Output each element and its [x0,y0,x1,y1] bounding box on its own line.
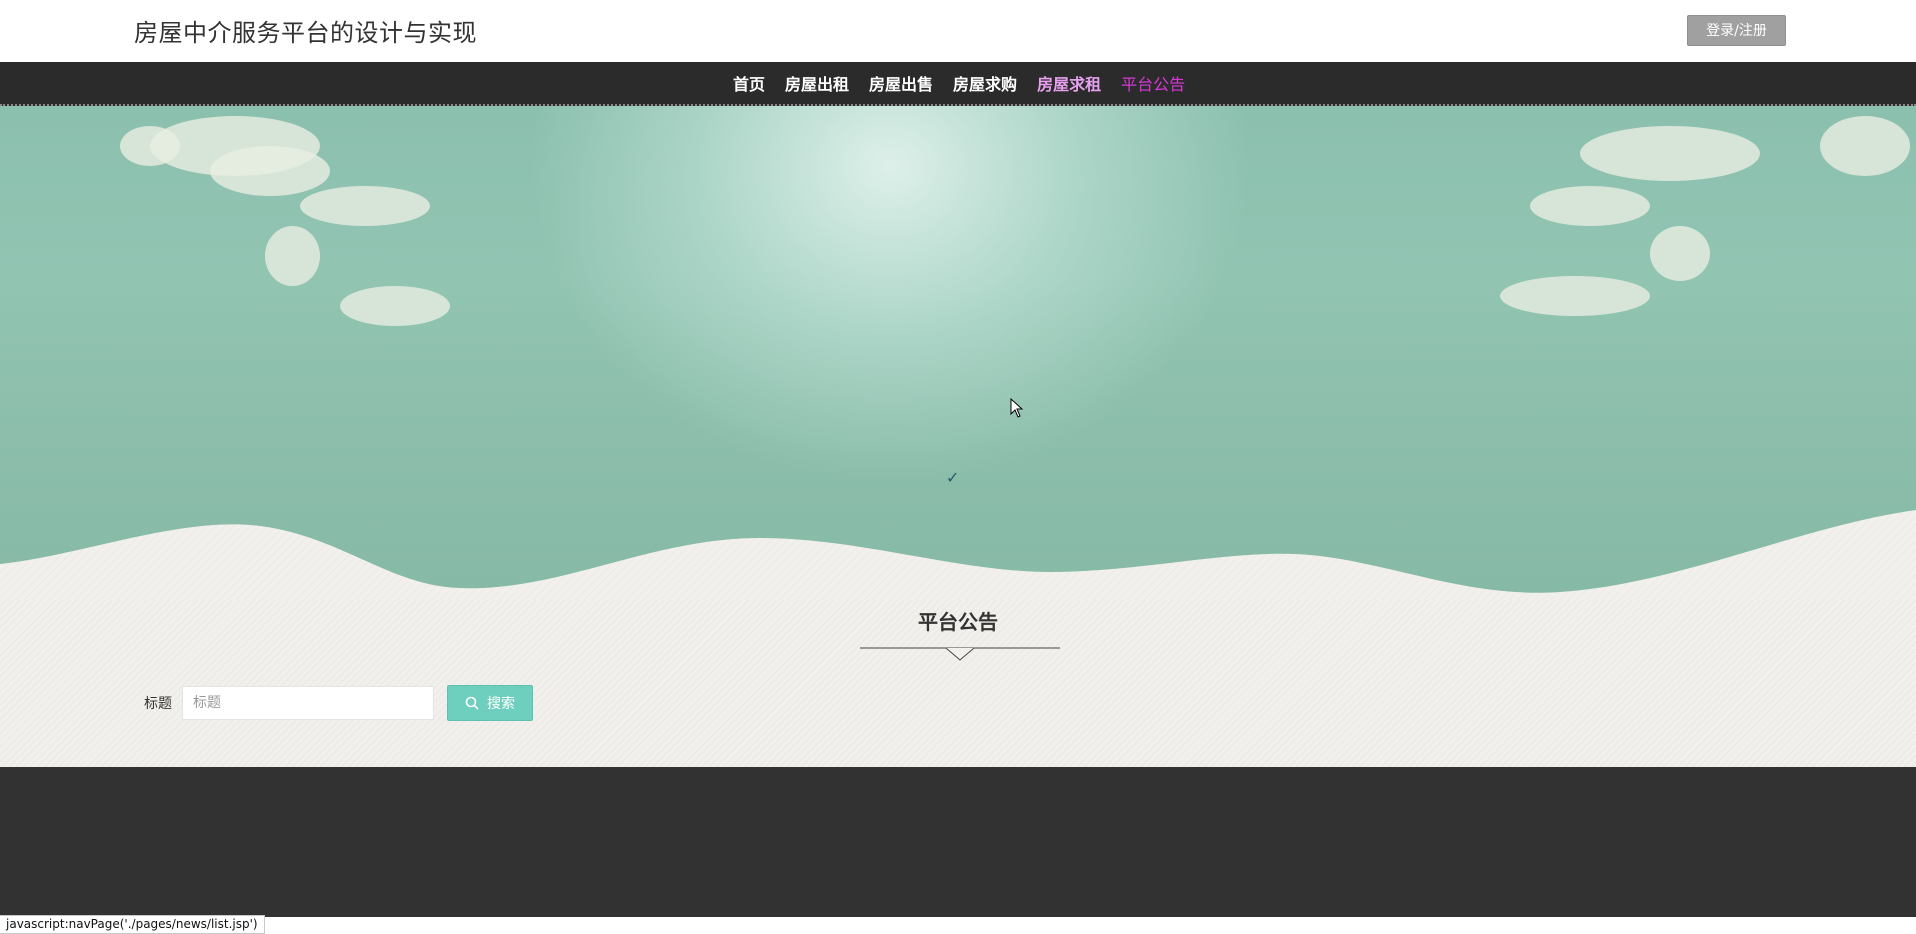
search-button[interactable]: 搜索 [447,685,533,721]
section-title: 平台公告 [918,610,998,634]
nav-item-house-wanted-rent[interactable]: 房屋求租 [1037,71,1101,95]
nav-item-house-sale[interactable]: 房屋出售 [869,71,933,95]
page-bottom [0,917,1916,934]
search-icon [465,696,479,710]
main-nav: 首页 房屋出租 房屋出售 房屋求购 房屋求租 平台公告 [0,62,1916,106]
mouse-cursor-icon [1010,398,1024,418]
nav-item-announcements[interactable]: 平台公告 [1121,71,1185,95]
search-button-label: 搜索 [487,696,515,712]
nav-item-home[interactable]: 首页 [733,71,765,95]
header: 房屋中介服务平台的设计与实现 登录/注册 [0,0,1916,62]
browser-status-bar: javascript:navPage('./pages/news/list.js… [0,915,265,934]
wave-decoration [0,510,1916,600]
nav-item-house-rent-out[interactable]: 房屋出租 [785,71,849,95]
site-title: 房屋中介服务平台的设计与实现 [134,19,477,47]
search-title-input[interactable] [182,686,434,720]
nav-items: 首页 房屋出租 房屋出售 房屋求购 房屋求租 平台公告 [733,62,1185,104]
footer [0,767,1916,917]
login-register-button[interactable]: 登录/注册 [1687,15,1786,46]
hero-banner: ✓ [0,106,1916,600]
loading-spinner-icon: ✓ [946,468,960,487]
title-divider [860,647,1060,661]
nav-item-house-wanted-buy[interactable]: 房屋求购 [953,71,1017,95]
search-title-label: 标题 [144,696,172,712]
